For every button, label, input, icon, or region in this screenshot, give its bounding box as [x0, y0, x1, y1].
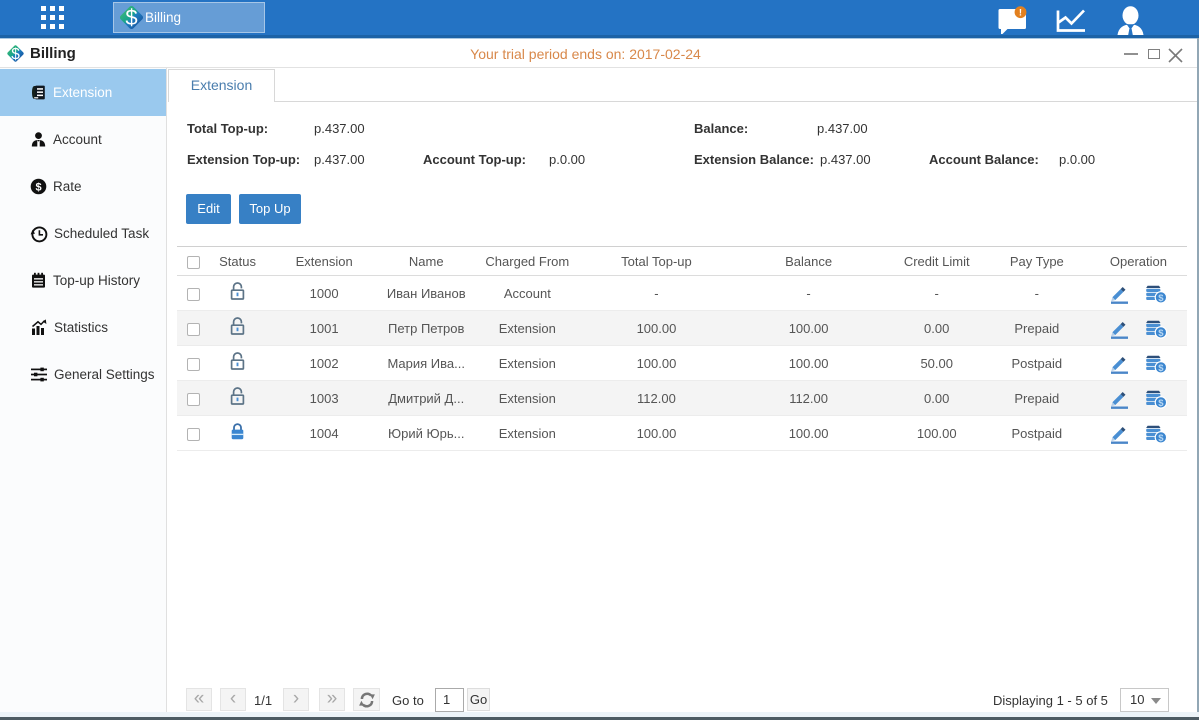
svg-text:!: !	[1019, 8, 1022, 19]
svg-text:$: $	[1159, 363, 1165, 374]
svg-text:$: $	[1159, 433, 1165, 444]
svg-text:$: $	[1159, 398, 1165, 409]
svg-text:$: $	[125, 5, 137, 30]
svg-text:$: $	[1159, 328, 1165, 339]
svg-text:$: $	[35, 181, 41, 193]
svg-text:$: $	[1159, 293, 1165, 304]
